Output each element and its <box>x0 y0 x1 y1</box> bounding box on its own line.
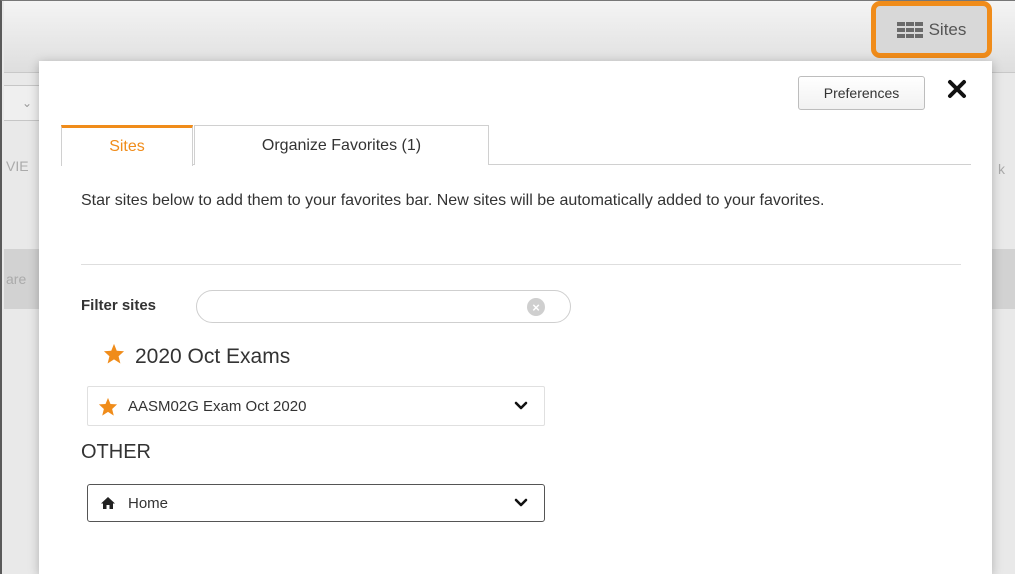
filter-sites-input[interactable] <box>196 290 571 323</box>
clear-icon[interactable]: × <box>527 298 545 316</box>
background-text-fragment: VIE <box>6 158 29 174</box>
star-icon[interactable] <box>88 397 128 416</box>
site-item-home[interactable]: Home <box>87 484 545 522</box>
site-name: Home <box>128 494 169 512</box>
site-group-name: 2020 Oct Exams <box>135 344 291 368</box>
filter-label: Filter sites <box>81 297 157 314</box>
other-section-title: OTHER <box>81 441 151 463</box>
chevron-down-icon: ⌄ <box>22 96 33 110</box>
divider <box>81 264 961 265</box>
close-icon[interactable] <box>945 77 969 101</box>
sites-menu-button[interactable]: Sites <box>871 1 992 58</box>
star-icon[interactable] <box>103 343 125 370</box>
background-select: ⌄ <box>4 85 44 121</box>
sites-button-label: Sites <box>928 19 967 39</box>
panel-tabs: Sites Organize Favorites (1) <box>61 125 971 166</box>
grid-icon <box>896 21 923 38</box>
intro-text: Star sites below to add them to your fav… <box>81 192 825 209</box>
background-text-fragment: k <box>998 161 1005 177</box>
background-text-fragment: are <box>6 271 27 287</box>
sites-panel: Preferences Sites Organize Favorites (1)… <box>39 61 992 574</box>
chevron-down-icon[interactable] <box>498 401 544 411</box>
tab-sites[interactable]: Sites <box>61 125 193 166</box>
site-name: AASM02G Exam Oct 2020 <box>128 397 307 415</box>
site-item[interactable]: AASM02G Exam Oct 2020 <box>87 386 545 426</box>
home-icon <box>88 496 128 510</box>
chevron-down-icon[interactable] <box>498 498 544 508</box>
site-group-title: 2020 Oct Exams <box>103 343 290 370</box>
tab-organize-favorites[interactable]: Organize Favorites (1) <box>194 125 489 165</box>
preferences-button[interactable]: Preferences <box>798 76 925 110</box>
